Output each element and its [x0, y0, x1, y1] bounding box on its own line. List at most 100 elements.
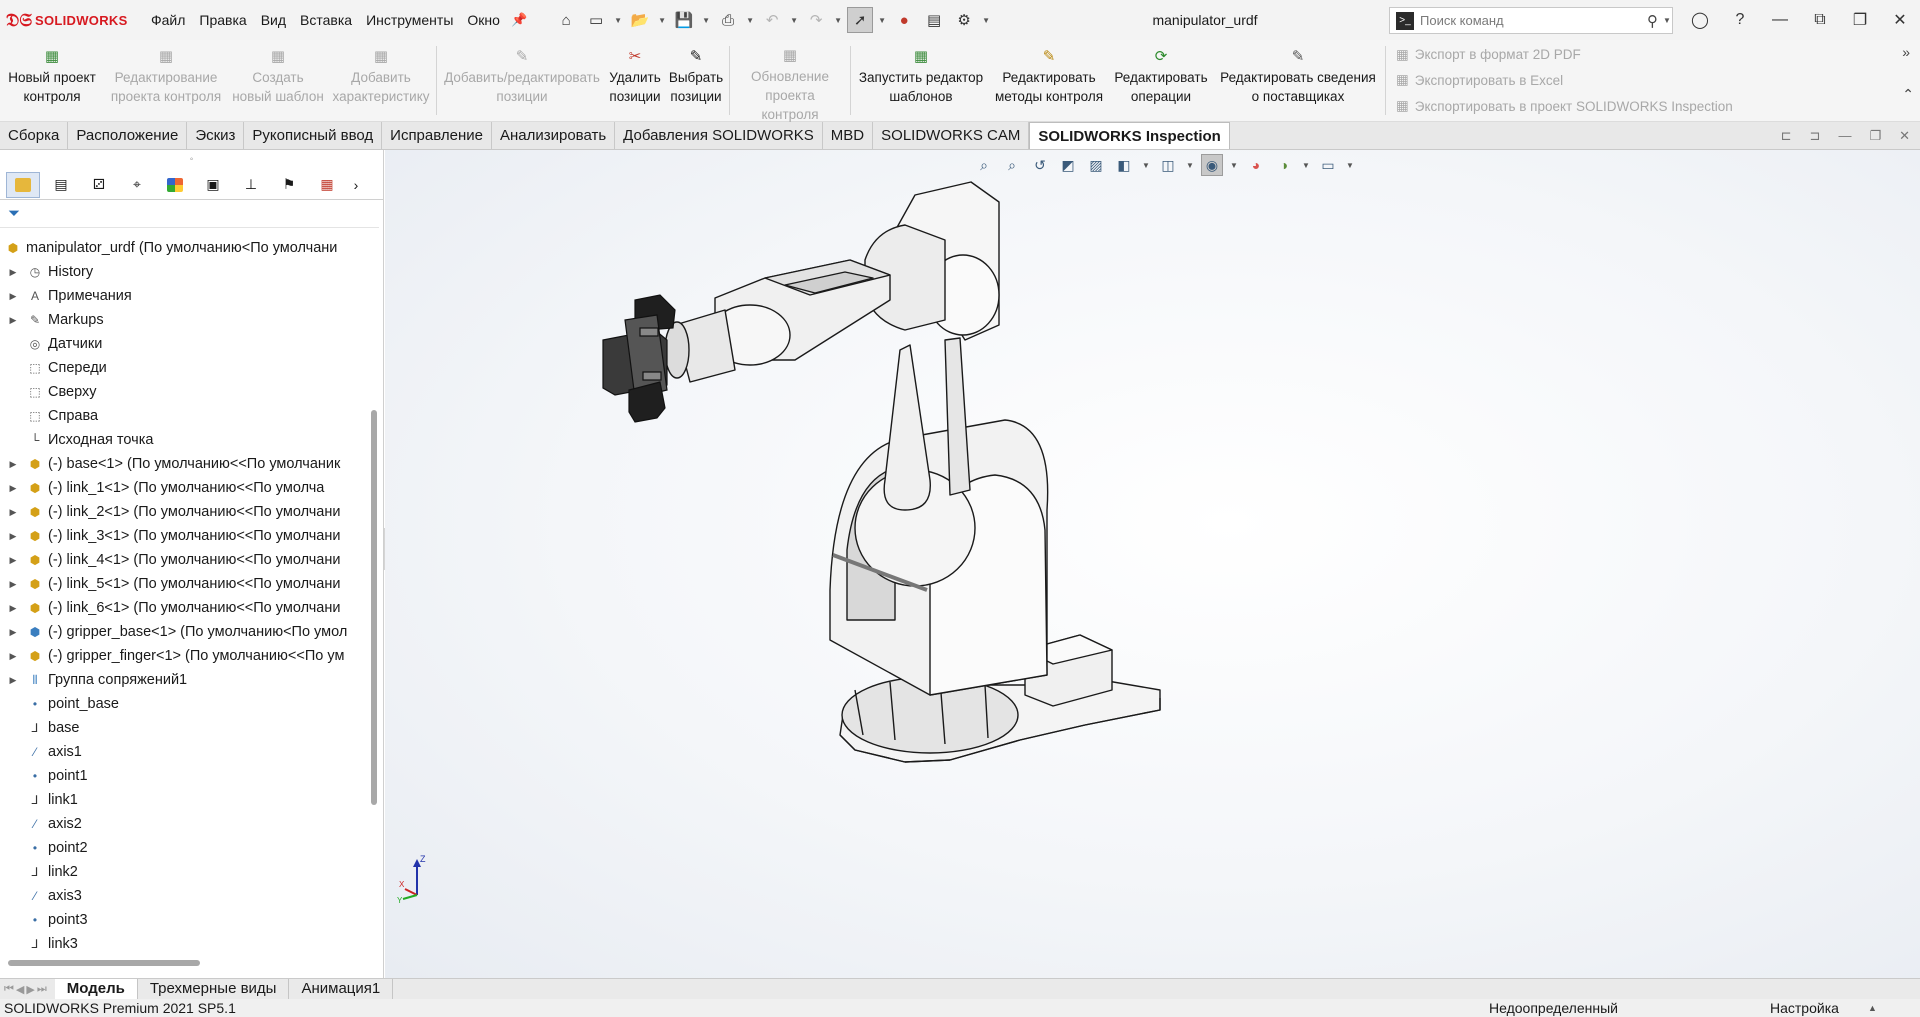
tree-node[interactable]: ▶ ⦀ Группа сопряжений1 — [0, 668, 366, 692]
expand-arrow-icon[interactable]: ▶ — [6, 531, 20, 542]
tile-right-icon[interactable]: ⊐ — [1810, 122, 1821, 149]
tree-node[interactable]: ⬚ Спереди — [0, 356, 366, 380]
feature-manager-tab-icon[interactable] — [6, 171, 40, 198]
tree-node[interactable]: ▶ ⬢ (-) base<1> (По умолчанию<<По умолчани… — [0, 452, 366, 476]
search-dropdown-icon[interactable]: ▼ — [1662, 16, 1672, 25]
doc-minimize-button[interactable]: — — [1838, 122, 1851, 149]
restore-button[interactable]: ❐ — [1840, 10, 1880, 30]
open-icon[interactable]: 📂 — [627, 7, 653, 33]
expand-arrow-icon[interactable]: ▶ — [6, 483, 20, 494]
select-balloons-button[interactable]: ✎ Выбрать позиции — [665, 40, 727, 121]
print-dropdown-icon[interactable]: ▼ — [745, 16, 755, 25]
edit-vendors-button[interactable]: ✎ Редактировать сведения о поставщиках — [1213, 40, 1383, 121]
expand-arrow-icon[interactable]: ▶ — [6, 555, 20, 566]
expand-arrow-icon[interactable]: ▶ — [6, 579, 20, 590]
configuration-manager-tab-icon[interactable]: ⚂ — [82, 172, 116, 198]
expand-arrow-icon[interactable]: ▶ — [6, 291, 20, 302]
undo-dropdown-icon[interactable]: ▼ — [789, 16, 799, 25]
property-manager-tab-icon[interactable]: ▤ — [44, 172, 78, 198]
select-cursor-icon[interactable]: ➚ — [847, 7, 874, 33]
tile-windows-icon[interactable]: ⧉ — [1800, 11, 1840, 29]
menu-view[interactable]: Вид — [254, 0, 293, 40]
tree-node[interactable]: • point1 — [0, 764, 366, 788]
cam-tool-tree-tab-icon[interactable]: ⚑ — [272, 172, 306, 198]
delete-balloons-button[interactable]: ✂ Удалить позиции — [605, 40, 665, 121]
export-excel-button[interactable]: ▦ Экспортировать в Excel — [1396, 72, 1733, 88]
tab-evaluate[interactable]: Исправление — [382, 122, 492, 149]
export-inspection-project-button[interactable]: ▦ Экспортировать в проект SOLIDWORKS Insp… — [1396, 98, 1733, 114]
tree-node[interactable]: ⅃ link1 — [0, 788, 366, 812]
last-tab-icon[interactable]: ⏭ — [37, 983, 47, 996]
more-tabs-chevron-icon[interactable]: › — [348, 172, 364, 198]
tree-vertical-scrollbar[interactable] — [371, 410, 377, 805]
tree-node[interactable]: ◎ Датчики — [0, 332, 366, 356]
cam-feature-tree-tab-icon[interactable]: ▣ — [196, 172, 230, 198]
tree-node[interactable]: ▶ ⬢ (-) gripper_finger<1> (По умолчанию<<П… — [0, 644, 366, 668]
tab-solidworks-addins[interactable]: Добавления SOLIDWORKS — [615, 122, 823, 149]
tree-node[interactable]: ▶ ⬢ (-) link_4<1> (По умолчанию<<По умолча… — [0, 548, 366, 572]
tree-node[interactable]: ⁄ axis3 — [0, 884, 366, 908]
status-expand-icon[interactable]: ▲ — [1868, 1003, 1877, 1013]
add-characteristic-button[interactable]: ▦ Добавить характеристику — [328, 40, 434, 121]
edit-inspection-methods-button[interactable]: ✎ Редактировать методы контроля — [989, 40, 1109, 121]
solidworks-logo[interactable]: 𝔇𝔖 SOLIDWORKS — [0, 10, 140, 31]
graphics-area[interactable]: ⌕ ⌕ ↺ ◩ ▨ ◧ ▼ ◫ ▼ ◉ ▼ ◕ ◑ ▼ ▭ ▼ Z X Y — [385, 150, 1920, 978]
tree-node[interactable]: ▶ ✎ Markups — [0, 308, 366, 332]
tree-horizontal-scrollbar[interactable] — [8, 960, 200, 966]
options-dropdown-icon[interactable]: ▼ — [981, 16, 991, 25]
user-account-icon[interactable]: ◯ — [1680, 10, 1720, 30]
tree-node[interactable]: ▶ ⬢ (-) link_2<1> (По умолчанию<<По умолча… — [0, 500, 366, 524]
save-icon[interactable]: 💾 — [671, 7, 697, 33]
select-dropdown-icon[interactable]: ▼ — [877, 16, 887, 25]
tree-node[interactable]: ▶ ◷ History — [0, 260, 366, 284]
cam-operation-tree-tab-icon[interactable]: ⊥ — [234, 172, 268, 198]
file-properties-icon[interactable]: ▤ — [921, 7, 947, 33]
menu-window[interactable]: Окно — [460, 0, 507, 40]
menu-insert[interactable]: Вставка — [293, 0, 359, 40]
expand-arrow-icon[interactable]: ▶ — [6, 603, 20, 614]
tab-markup[interactable]: Рукописный ввод — [244, 122, 383, 149]
tree-node[interactable]: • point2 — [0, 836, 366, 860]
filter-icon[interactable]: ⏷ — [8, 205, 20, 222]
prev-tab-icon[interactable]: ◀ — [16, 983, 24, 996]
help-icon[interactable]: ? — [1720, 11, 1760, 29]
new-document-icon[interactable]: ▭ — [583, 7, 609, 33]
inspection-tab-icon[interactable]: ▦ — [310, 172, 344, 198]
menu-edit[interactable]: Правка — [192, 0, 253, 40]
launch-template-editor-button[interactable]: ▦ Запустить редактор шаблонов — [853, 40, 989, 121]
next-tab-icon[interactable]: ▶ — [26, 983, 34, 996]
tab-animation[interactable]: Анимация1 — [289, 979, 394, 999]
edit-inspection-project-button[interactable]: ▦ Редактирование проекта контроля — [104, 40, 228, 121]
display-manager-tab-icon[interactable] — [158, 172, 192, 198]
save-dropdown-icon[interactable]: ▼ — [701, 16, 711, 25]
pin-icon[interactable]: 📌 — [511, 12, 527, 28]
tree-node[interactable]: • point3 — [0, 908, 366, 932]
tree-node[interactable]: ⅃ link2 — [0, 860, 366, 884]
expand-arrow-icon[interactable]: ▶ — [6, 267, 20, 278]
expand-arrow-icon[interactable]: ▶ — [6, 627, 20, 638]
ribbon-overflow-icon[interactable]: » — [1902, 44, 1914, 60]
open-dropdown-icon[interactable]: ▼ — [657, 16, 667, 25]
tile-left-icon[interactable]: ⊏ — [1781, 122, 1792, 149]
print-icon[interactable]: ⎙ — [715, 7, 741, 33]
tree-node[interactable]: ⁄ axis2 — [0, 812, 366, 836]
minimize-button[interactable]: — — [1760, 11, 1800, 29]
tree-node[interactable]: ▶ ⬢ (-) gripper_base<1> (По умолчанию<По у… — [0, 620, 366, 644]
tree-node[interactable]: ⁄ axis1 — [0, 740, 366, 764]
tree-node[interactable]: └ Исходная точка — [0, 428, 366, 452]
rebuild-traffic-light-icon[interactable]: ● — [891, 7, 917, 33]
tab-3d-views[interactable]: Трехмерные виды — [138, 979, 290, 999]
tree-node[interactable]: ⅃ base — [0, 716, 366, 740]
expand-arrow-icon[interactable]: ▶ — [6, 651, 20, 662]
export-2d-pdf-button[interactable]: ▦ Экспорт в формат 2D PDF — [1396, 47, 1733, 63]
redo-dropdown-icon[interactable]: ▼ — [833, 16, 843, 25]
tree-node[interactable]: • point_base — [0, 692, 366, 716]
search-icon[interactable]: ⚲ — [1647, 12, 1658, 30]
customize-menu[interactable]: Настройка — [1770, 1000, 1839, 1016]
edit-operations-button[interactable]: ⟳ Редактировать операции — [1109, 40, 1213, 121]
tree-node[interactable]: ⅃ link3 — [0, 932, 366, 949]
tree-node[interactable]: ▶ A Примечания — [0, 284, 366, 308]
undo-icon[interactable]: ↶ — [759, 7, 785, 33]
new-inspection-project-button[interactable]: ▦ Новый проект контроля — [0, 40, 104, 121]
tree-node[interactable]: ▶ ⬢ (-) link_5<1> (По умолчанию<<По умолча… — [0, 572, 366, 596]
